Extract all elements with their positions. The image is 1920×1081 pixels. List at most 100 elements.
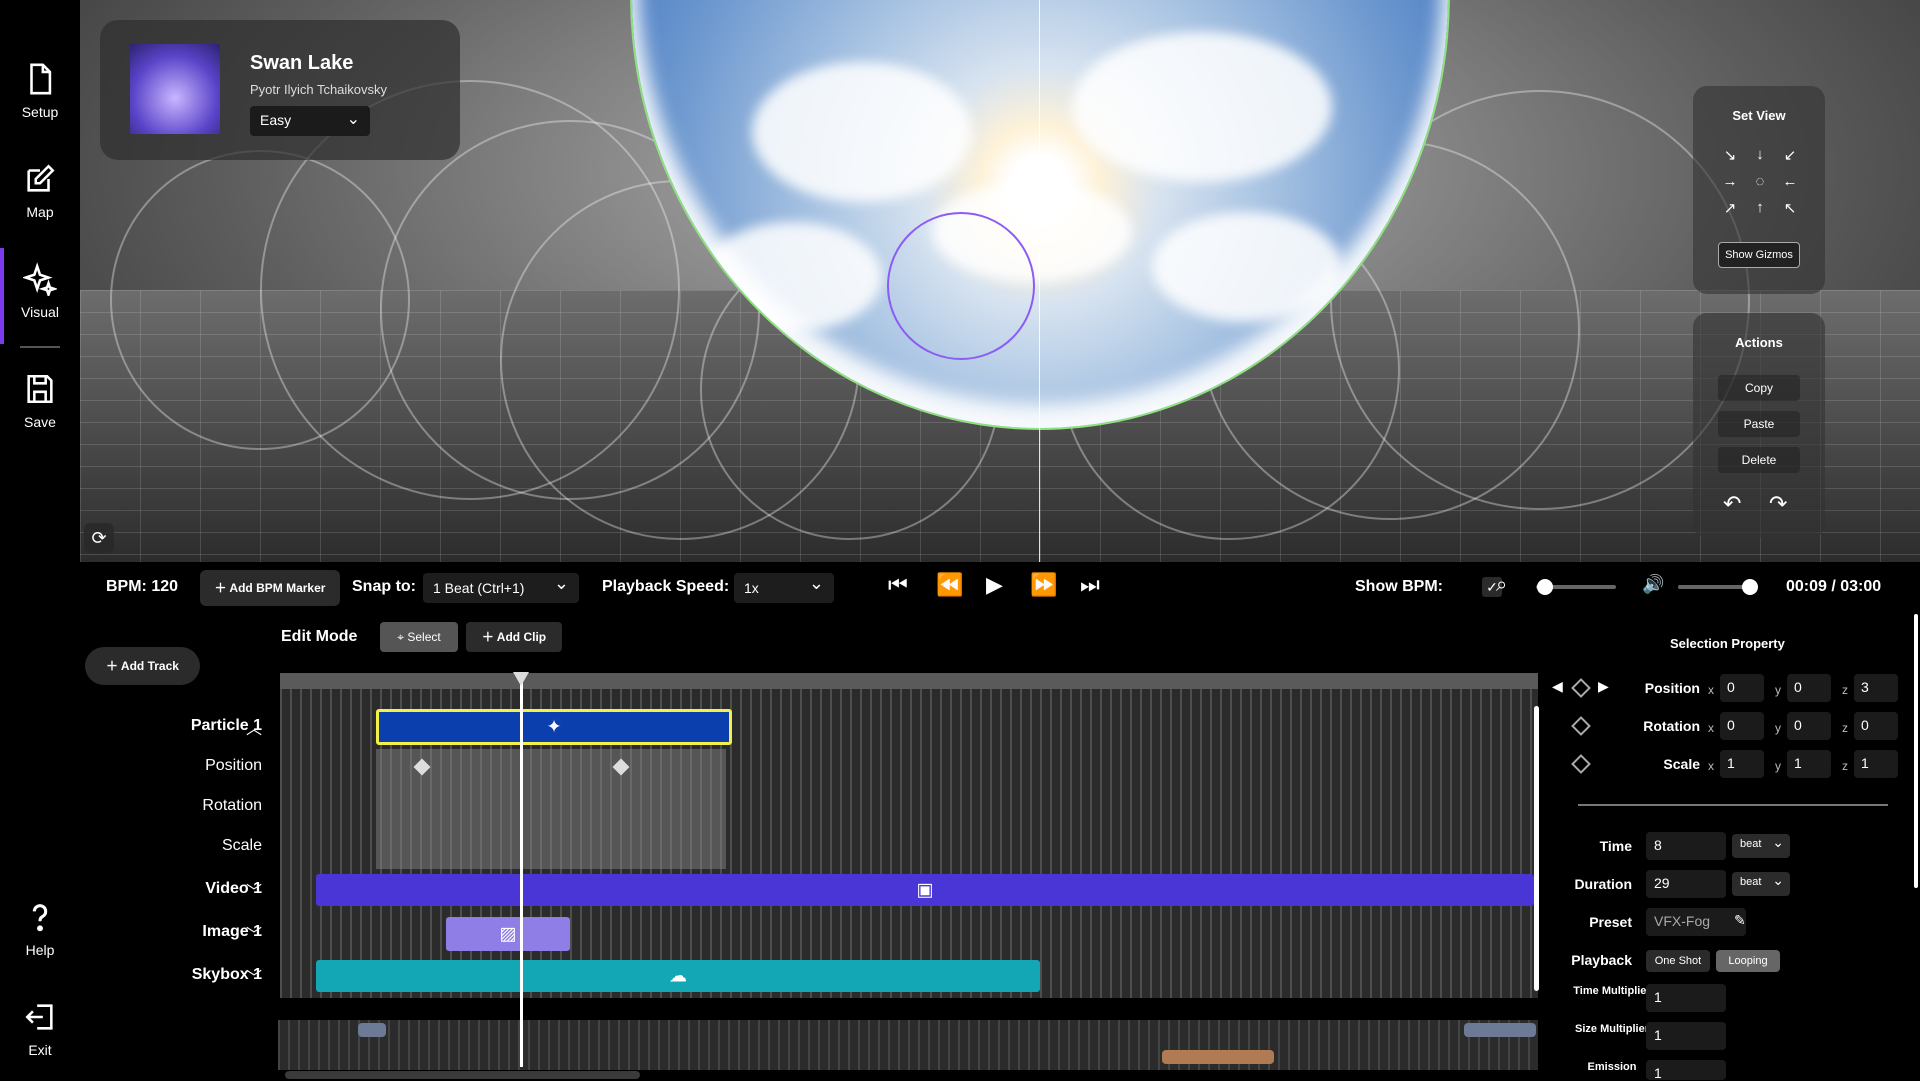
position-z-input[interactable]: 3	[1854, 674, 1898, 702]
chevron-down-icon[interactable]: ﹀	[246, 921, 262, 945]
playhead[interactable]	[513, 672, 529, 1067]
subtrack-scale: Scale	[221, 837, 262, 854]
scale-x-input[interactable]: 1	[1720, 750, 1764, 778]
prev-keyframe-icon[interactable]: ◀	[1552, 678, 1563, 695]
view-arrow-button[interactable]: ↓	[1745, 146, 1775, 164]
timeline-ruler[interactable]	[280, 673, 1538, 689]
view-arrow-button[interactable]: ↖	[1775, 199, 1805, 217]
show-gizmos-button[interactable]: Show Gizmos	[1718, 242, 1800, 268]
position-y-input[interactable]: 0	[1787, 674, 1831, 702]
particle-gizmo[interactable]	[887, 212, 1035, 360]
particle-clip[interactable]: ✦	[376, 709, 732, 745]
fast-forward-icon[interactable]: ⏩	[1030, 572, 1057, 598]
nav-map[interactable]: Map	[0, 162, 80, 220]
song-title: Swan Lake	[250, 52, 354, 74]
redo-icon[interactable]: ↷	[1769, 491, 1787, 517]
view-arrow-button[interactable]: ↗	[1715, 199, 1745, 217]
image-icon: ▨	[499, 923, 517, 944]
time-unit-select[interactable]: beat	[1732, 834, 1790, 858]
video-clip[interactable]: ▣	[316, 874, 1534, 906]
keyframe-toggle-icon[interactable]	[1571, 678, 1591, 698]
position-x-input[interactable]: 0	[1720, 674, 1764, 702]
snap-select[interactable]: 1 Beat (Ctrl+1)	[423, 568, 579, 603]
one-shot-toggle[interactable]: One Shot	[1646, 950, 1710, 972]
timeline-overview[interactable]	[278, 1020, 1538, 1070]
timeline-area[interactable]: ✦ ▣ ▨ ☁	[280, 673, 1538, 998]
nav-exit-label: Exit	[28, 1042, 52, 1058]
bpm-display: BPM: 120	[106, 578, 179, 595]
rotation-label: Rotation	[1643, 718, 1700, 734]
chevron-down-icon[interactable]: ﹀	[246, 878, 262, 902]
emission-input[interactable]: 1	[1646, 1060, 1726, 1081]
delete-button[interactable]: Delete	[1718, 447, 1800, 473]
preset-input[interactable]: VFX-Fog	[1646, 908, 1746, 936]
duration-unit-select[interactable]: beat	[1732, 872, 1790, 896]
question-icon	[32, 904, 48, 932]
select-tool-button[interactable]: ⌖ Select	[380, 622, 458, 652]
view-center-button[interactable]: ◌	[1745, 173, 1775, 190]
difficulty-select[interactable]: Easy	[250, 106, 370, 136]
nav-exit[interactable]: Exit	[0, 1000, 80, 1058]
copy-button[interactable]: Copy	[1718, 375, 1800, 401]
playback-speed-select[interactable]: 1x	[734, 568, 834, 603]
skybox-clip[interactable]: ☁	[316, 960, 1040, 992]
rotation-z-input[interactable]: 0	[1854, 712, 1898, 740]
view-arrow-button[interactable]: ←	[1775, 173, 1805, 190]
zoom-slider[interactable]	[1536, 579, 1616, 595]
size-multiplier-input[interactable]: 1	[1646, 1022, 1726, 1050]
nav-help[interactable]: Help	[0, 900, 80, 958]
volume-slider-knob[interactable]	[1742, 579, 1758, 595]
zoom-slider-knob[interactable]	[1537, 579, 1554, 595]
timeline-horizontal-scrollbar[interactable]	[285, 1071, 640, 1079]
overview-marker[interactable]	[1464, 1023, 1536, 1037]
view-arrow-button[interactable]: ↘	[1715, 146, 1745, 164]
scale-z-input[interactable]: 1	[1854, 750, 1898, 778]
add-bpm-marker-label: Add BPM Marker	[229, 581, 326, 595]
emission-label: Emission	[1587, 1061, 1637, 1073]
duration-input[interactable]: 29	[1646, 870, 1726, 898]
actions-panel: Actions Copy Paste Delete ↶ ↷	[1693, 313, 1825, 538]
overview-marker[interactable]	[358, 1023, 386, 1037]
image-clip[interactable]: ▨	[446, 917, 570, 951]
chevron-up-icon[interactable]: ︿	[246, 715, 262, 739]
keyframe-toggle-icon[interactable]	[1571, 716, 1591, 736]
nav-visual[interactable]: Visual	[0, 248, 80, 344]
scale-y-input[interactable]: 1	[1787, 750, 1831, 778]
rotation-x-input[interactable]: 0	[1720, 712, 1764, 740]
nav-setup-label: Setup	[21, 104, 59, 120]
nav-setup[interactable]: Setup	[0, 62, 80, 120]
view-arrow-button[interactable]: ↙	[1775, 146, 1805, 164]
add-bpm-marker-button[interactable]: ＋ Add BPM Marker	[200, 570, 340, 606]
skip-end-icon[interactable]: ⏭	[1080, 572, 1100, 598]
add-clip-button[interactable]: ＋ Add Clip	[466, 622, 562, 652]
nav-save[interactable]: Save	[0, 372, 80, 430]
axis-x-label: x	[1708, 683, 1714, 697]
paste-button[interactable]: Paste	[1718, 411, 1800, 437]
chevron-down-icon[interactable]: ﹀	[246, 964, 262, 988]
add-track-button[interactable]: ＋ Add Track	[85, 647, 200, 685]
skip-start-icon[interactable]: ⏮	[888, 572, 908, 598]
axis-z-label: z	[1842, 759, 1848, 773]
properties-scrollbar[interactable]	[1914, 614, 1918, 888]
nav-visual-label: Visual	[21, 304, 59, 320]
keyframe-toggle-icon[interactable]	[1571, 754, 1591, 774]
time-multiplier-input[interactable]: 1	[1646, 984, 1726, 1012]
time-input[interactable]: 8	[1646, 832, 1726, 860]
rotation-y-input[interactable]: 0	[1787, 712, 1831, 740]
zoom-icon: ⌕	[1496, 574, 1508, 596]
add-track-label: Add Track	[120, 659, 179, 673]
axis-x-label: x	[1708, 721, 1714, 735]
overview-marker[interactable]	[1162, 1050, 1274, 1064]
undo-icon[interactable]: ↶	[1723, 491, 1741, 517]
view-arrow-button[interactable]: ↑	[1745, 199, 1775, 217]
cloud-icon: ☁	[669, 965, 687, 986]
pencil-icon[interactable]: ✎	[1734, 912, 1746, 929]
play-icon[interactable]: ▶	[986, 572, 1003, 598]
rewind-icon[interactable]: ⏪	[936, 572, 963, 598]
nav-help-label: Help	[25, 942, 55, 958]
volume-slider[interactable]	[1678, 579, 1758, 595]
scale-label: Scale	[1663, 756, 1700, 772]
view-arrow-button[interactable]: →	[1715, 173, 1745, 190]
reset-view-icon[interactable]: ⟳	[84, 523, 114, 553]
looping-toggle[interactable]: Looping	[1716, 950, 1780, 972]
